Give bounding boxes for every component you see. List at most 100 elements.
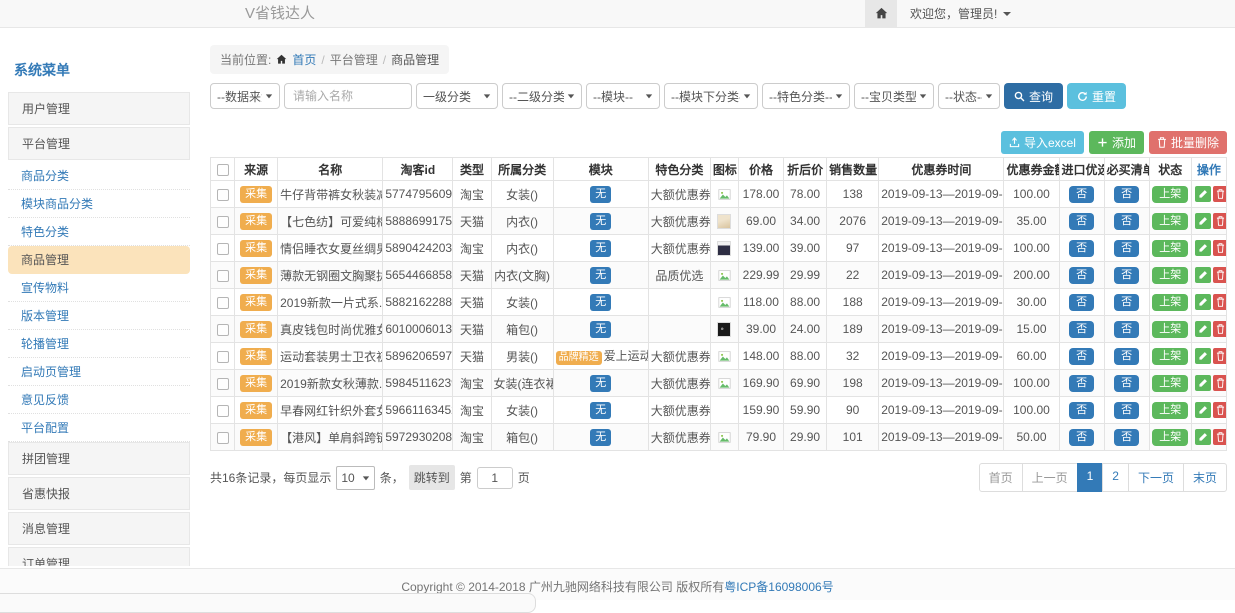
must-buy-toggle[interactable]: 否: [1114, 321, 1139, 338]
sidebar-group-item[interactable]: 订单管理: [8, 547, 190, 566]
row-checkbox[interactable]: [217, 270, 229, 282]
page-size-select[interactable]: 10: [336, 466, 374, 490]
must-buy-toggle[interactable]: 否: [1114, 375, 1139, 392]
import-select-toggle[interactable]: 否: [1069, 186, 1094, 203]
sidebar-sub-item[interactable]: 启动页管理: [8, 358, 190, 386]
status-toggle[interactable]: 上架: [1152, 267, 1188, 284]
name-search-input[interactable]: [284, 83, 412, 109]
sidebar-sub-item[interactable]: 宣传物料: [8, 274, 190, 302]
import-select-toggle[interactable]: 否: [1069, 375, 1094, 392]
filter-select[interactable]: --模块下分类--: [664, 83, 758, 109]
delete-button[interactable]: [1213, 402, 1227, 418]
import-select-toggle[interactable]: 否: [1069, 348, 1094, 365]
user-menu[interactable]: 欢迎您，管理员!: [910, 5, 1011, 22]
sidebar-sub-item[interactable]: 模块商品分类: [8, 190, 190, 218]
must-buy-toggle[interactable]: 否: [1114, 294, 1139, 311]
sidebar-sub-item[interactable]: 特色分类: [8, 218, 190, 246]
delete-button[interactable]: [1213, 267, 1227, 283]
must-buy-toggle[interactable]: 否: [1114, 348, 1139, 365]
must-buy-toggle[interactable]: 否: [1114, 240, 1139, 257]
row-checkbox[interactable]: [217, 243, 229, 255]
status-toggle[interactable]: 上架: [1152, 186, 1188, 203]
filter-select[interactable]: --状态--: [938, 83, 1000, 109]
import-select-toggle[interactable]: 否: [1069, 429, 1094, 446]
sidebar-group-item[interactable]: 消息管理: [8, 512, 190, 545]
icp-link[interactable]: 粤ICP备16098006号: [724, 580, 833, 594]
row-checkbox[interactable]: [217, 432, 229, 444]
breadcrumb-home-link[interactable]: 首页: [292, 51, 316, 68]
row-checkbox[interactable]: [217, 216, 229, 228]
import-excel-button[interactable]: 导入excel: [1001, 131, 1084, 154]
must-buy-toggle[interactable]: 否: [1114, 402, 1139, 419]
pager-button[interactable]: 上一页: [1022, 463, 1078, 492]
edit-button[interactable]: [1195, 213, 1211, 229]
edit-button[interactable]: [1195, 294, 1211, 310]
edit-button[interactable]: [1195, 375, 1211, 391]
status-toggle[interactable]: 上架: [1152, 429, 1188, 446]
pager-button[interactable]: 首页: [979, 463, 1023, 492]
sidebar-sub-item[interactable]: 版本管理: [8, 302, 190, 330]
edit-button[interactable]: [1195, 402, 1211, 418]
edit-button[interactable]: [1195, 240, 1211, 256]
sidebar-sub-item[interactable]: 商品分类: [8, 162, 190, 190]
delete-button[interactable]: [1213, 429, 1227, 445]
edit-button[interactable]: [1195, 348, 1211, 364]
filter-select[interactable]: --数据来源--: [210, 83, 280, 109]
delete-button[interactable]: [1213, 213, 1227, 229]
row-checkbox[interactable]: [217, 405, 229, 417]
filter-select[interactable]: --模块--: [586, 83, 660, 109]
delete-button[interactable]: [1213, 375, 1227, 391]
must-buy-toggle[interactable]: 否: [1114, 186, 1139, 203]
edit-button[interactable]: [1195, 429, 1211, 445]
import-select-toggle[interactable]: 否: [1069, 321, 1094, 338]
jump-page-input[interactable]: [477, 467, 513, 489]
delete-button[interactable]: [1213, 321, 1227, 337]
pager-button[interactable]: 2: [1102, 463, 1129, 492]
sidebar-sub-item[interactable]: 轮播管理: [8, 330, 190, 358]
row-checkbox[interactable]: [217, 378, 229, 390]
row-checkbox[interactable]: [217, 297, 229, 309]
filter-select[interactable]: --二级分类--: [502, 83, 582, 109]
pager-button[interactable]: 末页: [1183, 463, 1227, 492]
import-select-toggle[interactable]: 否: [1069, 240, 1094, 257]
filter-select[interactable]: --特色分类--: [762, 83, 850, 109]
edit-button[interactable]: [1195, 321, 1211, 337]
import-select-toggle[interactable]: 否: [1069, 213, 1094, 230]
row-checkbox[interactable]: [217, 189, 229, 201]
query-button[interactable]: 查询: [1004, 83, 1063, 109]
pager-button[interactable]: 1: [1077, 463, 1104, 492]
status-toggle[interactable]: 上架: [1152, 240, 1188, 257]
jump-button[interactable]: 跳转到: [409, 465, 455, 490]
edit-button[interactable]: [1195, 267, 1211, 283]
status-toggle[interactable]: 上架: [1152, 294, 1188, 311]
sidebar-group-item[interactable]: 省惠快报: [8, 477, 190, 510]
sidebar-sub-item[interactable]: 商品管理: [8, 246, 190, 274]
batch-delete-button[interactable]: 批量删除: [1149, 131, 1227, 154]
sidebar-sub-item[interactable]: 平台配置: [8, 414, 190, 442]
filter-select[interactable]: --宝贝类型--: [854, 83, 934, 109]
delete-button[interactable]: [1213, 348, 1227, 364]
row-checkbox[interactable]: [217, 324, 229, 336]
pager-button[interactable]: 下一页: [1128, 463, 1184, 492]
status-toggle[interactable]: 上架: [1152, 213, 1188, 230]
status-toggle[interactable]: 上架: [1152, 348, 1188, 365]
sidebar-sub-item[interactable]: 意见反馈: [8, 386, 190, 414]
sidebar-group-item[interactable]: 平台管理: [8, 127, 190, 160]
status-toggle[interactable]: 上架: [1152, 321, 1188, 338]
delete-button[interactable]: [1213, 294, 1227, 310]
home-button[interactable]: [865, 0, 897, 27]
status-toggle[interactable]: 上架: [1152, 402, 1188, 419]
must-buy-toggle[interactable]: 否: [1114, 267, 1139, 284]
sidebar-group-item[interactable]: 拼团管理: [8, 442, 190, 475]
status-toggle[interactable]: 上架: [1152, 375, 1188, 392]
delete-button[interactable]: [1213, 186, 1227, 202]
select-all-checkbox[interactable]: [217, 164, 229, 176]
add-button[interactable]: 添加: [1089, 131, 1144, 154]
sidebar-group-item[interactable]: 用户管理: [8, 92, 190, 125]
import-select-toggle[interactable]: 否: [1069, 267, 1094, 284]
filter-select[interactable]: 一级分类: [416, 83, 498, 109]
delete-button[interactable]: [1213, 240, 1227, 256]
must-buy-toggle[interactable]: 否: [1114, 213, 1139, 230]
edit-button[interactable]: [1195, 186, 1211, 202]
must-buy-toggle[interactable]: 否: [1114, 429, 1139, 446]
